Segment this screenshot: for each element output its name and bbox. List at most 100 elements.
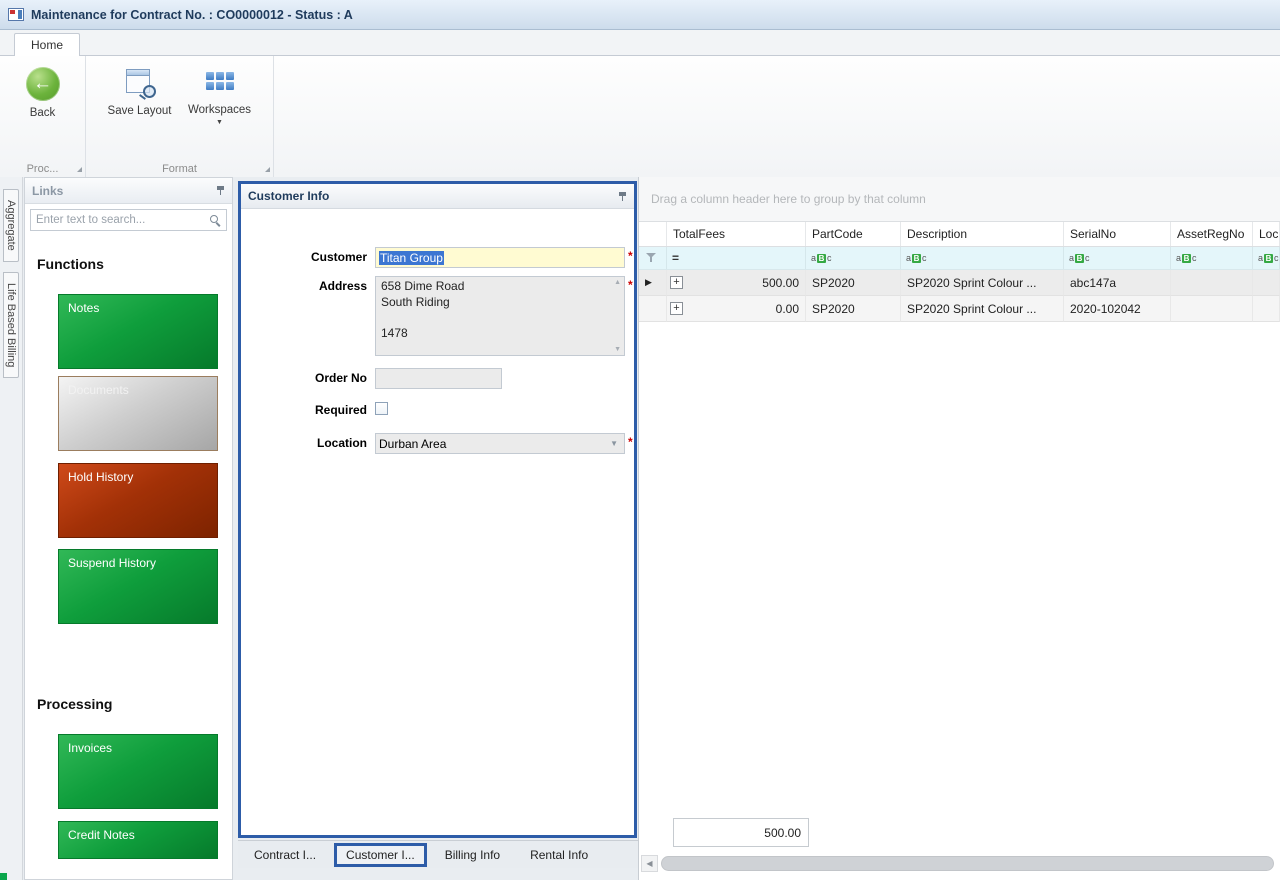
totalfees-value: 500.00: [762, 275, 799, 290]
totalfees-cell: + 0.00: [667, 296, 806, 322]
order-no-input[interactable]: [375, 368, 502, 389]
text-filter-icon: aBc: [906, 252, 927, 263]
dropdown-caret-icon: ▼: [216, 119, 223, 126]
required-asterisk: *: [628, 278, 633, 292]
links-panel-header: Links: [25, 178, 232, 204]
grid-header-location[interactable]: Loc...: [1253, 222, 1280, 246]
customer-info-form: Customer Titan Group * Address 658 Dime …: [241, 209, 634, 835]
customer-panel-tab-strip: Contract I... Customer I... Billing Info…: [238, 840, 638, 868]
scrollbar-thumb[interactable]: [661, 856, 1274, 871]
chevron-down-icon: ▼: [610, 439, 618, 448]
location-dropdown[interactable]: Durban Area ▼: [375, 433, 625, 454]
partcode-cell: SP2020: [806, 270, 901, 296]
workspaces-button[interactable]: Workspaces ▼: [184, 64, 256, 160]
ribbon-body: ← Back Proc... Save Layout Workspaces ▼ …: [0, 55, 1280, 177]
tab-contract-info[interactable]: Contract I...: [242, 843, 328, 867]
grid-header-partcode[interactable]: PartCode: [806, 222, 901, 246]
grid-row-2[interactable]: + 0.00 SP2020 SP2020 Sprint Colour ... 2…: [639, 296, 1280, 322]
expand-row-icon[interactable]: +: [670, 302, 683, 315]
credit-notes-button[interactable]: Credit Notes: [58, 821, 218, 859]
grid-header-serialno[interactable]: SerialNo: [1064, 222, 1171, 246]
suspend-history-button[interactable]: Suspend History: [58, 549, 218, 624]
text-filter-icon: aBc: [811, 252, 832, 263]
documents-button[interactable]: Documents: [58, 376, 218, 451]
row-indicator-icon: ▶: [645, 277, 652, 287]
required-asterisk: *: [628, 435, 633, 449]
app-icon: [8, 8, 24, 21]
totalfees-summary: 500.00: [673, 818, 809, 847]
filter-serialno[interactable]: aBc: [1064, 247, 1171, 269]
required-checkbox[interactable]: [375, 402, 388, 415]
grid-header-totalfees[interactable]: TotalFees: [667, 222, 806, 246]
grid-group-by-band[interactable]: Drag a column header here to group by th…: [639, 177, 1280, 221]
grid-header-description[interactable]: Description: [901, 222, 1064, 246]
save-layout-icon: [124, 67, 156, 99]
tab-rental-info[interactable]: Rental Info: [518, 843, 600, 867]
assetregno-cell: [1171, 270, 1253, 296]
dialog-launcher-icon[interactable]: [265, 167, 270, 172]
ribbon: Home ← Back Proc... Save Layout Workspac…: [0, 30, 1280, 178]
detail-grid: Drag a column header here to group by th…: [638, 177, 1280, 880]
customer-label: Customer: [310, 250, 367, 264]
expand-row-icon[interactable]: +: [670, 276, 683, 289]
group-by-hint: Drag a column header here to group by th…: [651, 192, 926, 206]
workspaces-icon: [205, 67, 235, 98]
side-tab-life-based-billing[interactable]: Life Based Billing: [3, 271, 19, 379]
text-filter-icon: aBc: [1258, 252, 1279, 263]
ribbon-tab-home[interactable]: Home: [14, 33, 81, 56]
serialno-cell: 2020-102042: [1064, 296, 1171, 322]
customer-input[interactable]: Titan Group: [375, 247, 625, 268]
save-layout-button[interactable]: Save Layout: [104, 64, 176, 160]
grid-header-assetregno[interactable]: AssetRegNo: [1171, 222, 1253, 246]
filter-assetregno[interactable]: aBc: [1171, 247, 1253, 269]
app-window: Maintenance for Contract No. : CO0000012…: [0, 0, 1280, 880]
invoices-button[interactable]: Invoices: [58, 734, 218, 809]
grid-header-row: TotalFees PartCode Description SerialNo …: [639, 221, 1280, 247]
notes-button[interactable]: Notes: [58, 294, 218, 369]
scroll-up-icon[interactable]: ▲: [614, 279, 621, 286]
row-indicator-cell: ▶: [639, 270, 667, 296]
filter-location[interactable]: aBc: [1253, 247, 1280, 269]
description-cell: SP2020 Sprint Colour ...: [901, 270, 1064, 296]
pin-icon[interactable]: [618, 191, 627, 202]
side-tab-strip: Aggregate Life Based Billing: [0, 177, 23, 880]
workspaces-label: Workspaces: [187, 104, 252, 116]
tab-customer-info[interactable]: Customer I...: [334, 842, 427, 867]
links-panel: Links Functions Notes Documents Hold His…: [24, 177, 233, 880]
tab-billing-info[interactable]: Billing Info: [433, 843, 512, 867]
partcode-cell: SP2020: [806, 296, 901, 322]
processing-heading: Processing: [37, 696, 113, 712]
customer-info-header: Customer Info: [241, 184, 634, 209]
dialog-launcher-icon[interactable]: [77, 167, 82, 172]
grid-filter-row: = aBc aBc aBc aBc aBc: [639, 247, 1280, 270]
search-input[interactable]: [36, 214, 209, 226]
assetregno-cell: [1171, 296, 1253, 322]
filter-totalfees[interactable]: =: [667, 247, 806, 269]
filter-partcode[interactable]: aBc: [806, 247, 901, 269]
search-icon[interactable]: [209, 214, 221, 226]
status-indicator: [0, 873, 7, 880]
required-asterisk: *: [628, 249, 633, 263]
filter-description[interactable]: aBc: [901, 247, 1064, 269]
ribbon-group-process: ← Back Proc...: [0, 56, 86, 177]
order-no-field-row: Order No: [241, 368, 634, 389]
pin-icon[interactable]: [216, 185, 225, 196]
ribbon-group-caption: Format: [86, 160, 273, 177]
address-value: 658 Dime Road South Riding 1478: [381, 279, 465, 340]
totalfees-value: 0.00: [775, 301, 799, 316]
required-label: Required: [314, 403, 367, 417]
scroll-left-icon[interactable]: ◀: [641, 855, 658, 872]
links-panel-title: Links: [32, 183, 64, 198]
hold-history-button[interactable]: Hold History: [58, 463, 218, 538]
scroll-down-icon[interactable]: ▼: [614, 346, 621, 353]
side-tab-aggregate[interactable]: Aggregate: [3, 189, 19, 262]
location-label: Location: [317, 436, 367, 450]
grid-row-1[interactable]: ▶ + 500.00 SP2020 SP2020 Sprint Colour .…: [639, 270, 1280, 296]
ribbon-group-caption: Proc...: [0, 160, 85, 177]
back-button[interactable]: ← Back: [7, 64, 79, 160]
save-layout-label: Save Layout: [107, 105, 172, 117]
horizontal-scrollbar[interactable]: ◀: [641, 855, 1274, 872]
address-input[interactable]: 658 Dime Road South Riding 1478 ▲ ▼: [375, 276, 625, 356]
window-title: Maintenance for Contract No. : CO0000012…: [31, 7, 353, 22]
totalfees-cell: + 500.00: [667, 270, 806, 296]
